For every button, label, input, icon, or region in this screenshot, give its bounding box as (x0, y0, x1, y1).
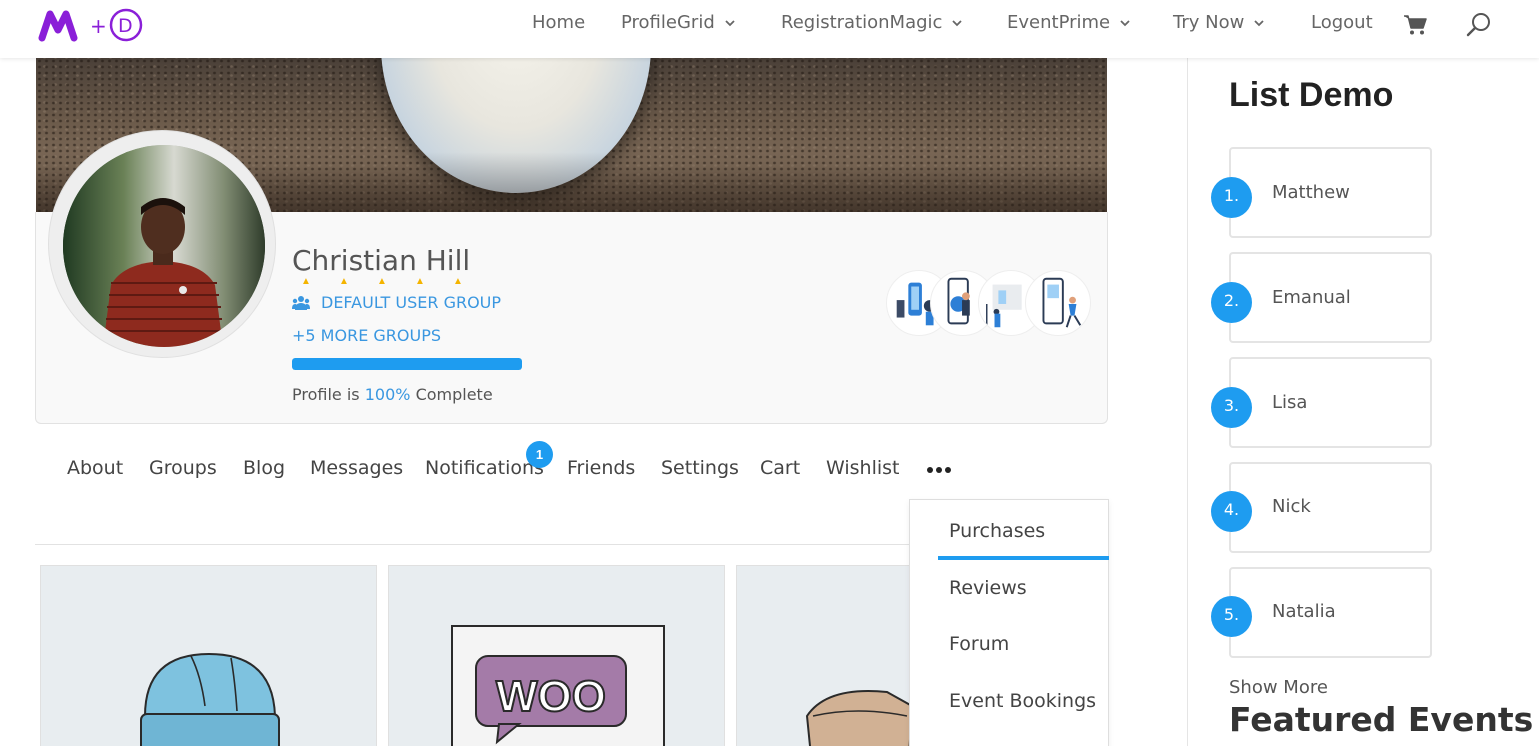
tabs-divider (35, 544, 909, 545)
nav-profilegrid[interactable]: ProfileGrid (621, 12, 736, 33)
nav-try-now[interactable]: Try Now (1173, 12, 1265, 33)
nav-label: Logout (1311, 12, 1373, 33)
tab-messages[interactable]: Messages (310, 457, 403, 479)
more-groups-link[interactable]: +5 MORE GROUPS (292, 326, 441, 345)
avatar-frame (48, 130, 276, 358)
list-item[interactable] (1229, 462, 1432, 553)
tab-blog[interactable]: Blog (243, 457, 285, 479)
list-item-name: Natalia (1272, 601, 1336, 622)
svg-text:+: + (90, 14, 107, 38)
notification-count-badge: 1 (526, 441, 553, 468)
tab-purchases[interactable]: Purchases (949, 520, 1045, 542)
chevron-down-icon (725, 19, 735, 26)
site-header: + D Home ProfileGrid RegistrationMagic E… (0, 0, 1539, 58)
profile-progress-fill (292, 358, 522, 370)
star-icon: ▲ (377, 276, 387, 287)
avatar[interactable] (63, 145, 265, 347)
tab-forum[interactable]: Forum (949, 633, 1009, 655)
list-item[interactable] (1229, 357, 1432, 448)
achievement-badges (886, 270, 1091, 336)
woo-label: WOO (496, 672, 606, 721)
users-icon (292, 295, 310, 310)
active-tab-indicator (938, 556, 1109, 560)
list-item-number: 4. (1211, 491, 1252, 532)
completion-percent: 100% (364, 385, 411, 404)
list-item-number: 3. (1211, 387, 1252, 428)
star-icon: ▲ (339, 276, 349, 287)
tab-notifications[interactable]: Notifications (425, 457, 544, 479)
profile-progress-bar (292, 358, 522, 370)
tab-reviews[interactable]: Reviews (949, 577, 1027, 599)
more-horizontal-icon[interactable] (927, 467, 951, 473)
completion-prefix: Profile is (292, 385, 360, 404)
list-item-name: Emanual (1272, 287, 1351, 308)
star-icon: ▲ (301, 276, 311, 287)
woo-poster-image: WOO (451, 625, 665, 746)
list-item-name: Matthew (1272, 182, 1350, 203)
nav-eventprime[interactable]: EventPrime (1007, 12, 1131, 33)
list-item-number: 1. (1211, 177, 1252, 218)
tab-groups[interactable]: Groups (149, 457, 217, 479)
show-more-link[interactable]: Show More (1229, 677, 1328, 698)
nav-home[interactable]: Home (532, 12, 585, 33)
nav-label: Home (532, 12, 586, 33)
featured-events-title: Featured Events (1229, 700, 1534, 739)
tab-wishlist[interactable]: Wishlist (826, 457, 900, 479)
avatar-photo (63, 145, 265, 347)
sidebar-divider (1187, 58, 1188, 746)
nav-logout[interactable]: Logout (1311, 12, 1373, 33)
group-link[interactable]: DEFAULT USER GROUP (292, 293, 501, 312)
list-item-name: Nick (1272, 496, 1311, 517)
nav-label: EventPrime (1007, 12, 1111, 33)
profile-completion-text: Profile is 100% Complete (292, 385, 493, 404)
product-card-beanie[interactable] (40, 565, 377, 746)
chevron-down-icon (1120, 19, 1130, 26)
list-item-name: Lisa (1272, 392, 1308, 413)
nav-label: ProfileGrid (621, 12, 715, 33)
chevron-down-icon (952, 19, 963, 26)
badge-image[interactable] (1025, 270, 1091, 336)
star-icon: ▲ (453, 276, 463, 287)
nav-label: Try Now (1173, 12, 1245, 33)
chevron-down-icon (1254, 19, 1264, 26)
more-tabs-dropdown: Purchases Reviews Forum Event Bookings (909, 499, 1109, 746)
tab-event-bookings[interactable]: Event Bookings (949, 690, 1096, 712)
nav-label: RegistrationMagic (781, 12, 943, 33)
site-logo[interactable]: + D (38, 8, 148, 42)
list-item-number: 5. (1211, 596, 1252, 637)
nav-registrationmagic[interactable]: RegistrationMagic (781, 12, 963, 33)
group-name: DEFAULT USER GROUP (321, 293, 502, 312)
list-item-number: 2. (1211, 282, 1252, 323)
tab-settings[interactable]: Settings (661, 457, 739, 479)
beanie-image (140, 652, 280, 746)
tab-about[interactable]: About (67, 457, 123, 479)
product-card-woo-poster[interactable]: WOO (388, 565, 725, 746)
list-demo-title: List Demo (1229, 76, 1394, 114)
rating-stars: ▲ ▲ ▲ ▲ ▲ (301, 276, 463, 287)
tab-cart[interactable]: Cart (760, 457, 800, 479)
cart-icon[interactable] (1403, 14, 1427, 36)
star-icon: ▲ (415, 276, 425, 287)
profile-name: Christian Hill (292, 244, 471, 277)
svg-text:D: D (118, 15, 133, 37)
search-icon[interactable] (1466, 12, 1492, 38)
completion-suffix: Complete (415, 385, 493, 404)
tab-friends[interactable]: Friends (567, 457, 635, 479)
